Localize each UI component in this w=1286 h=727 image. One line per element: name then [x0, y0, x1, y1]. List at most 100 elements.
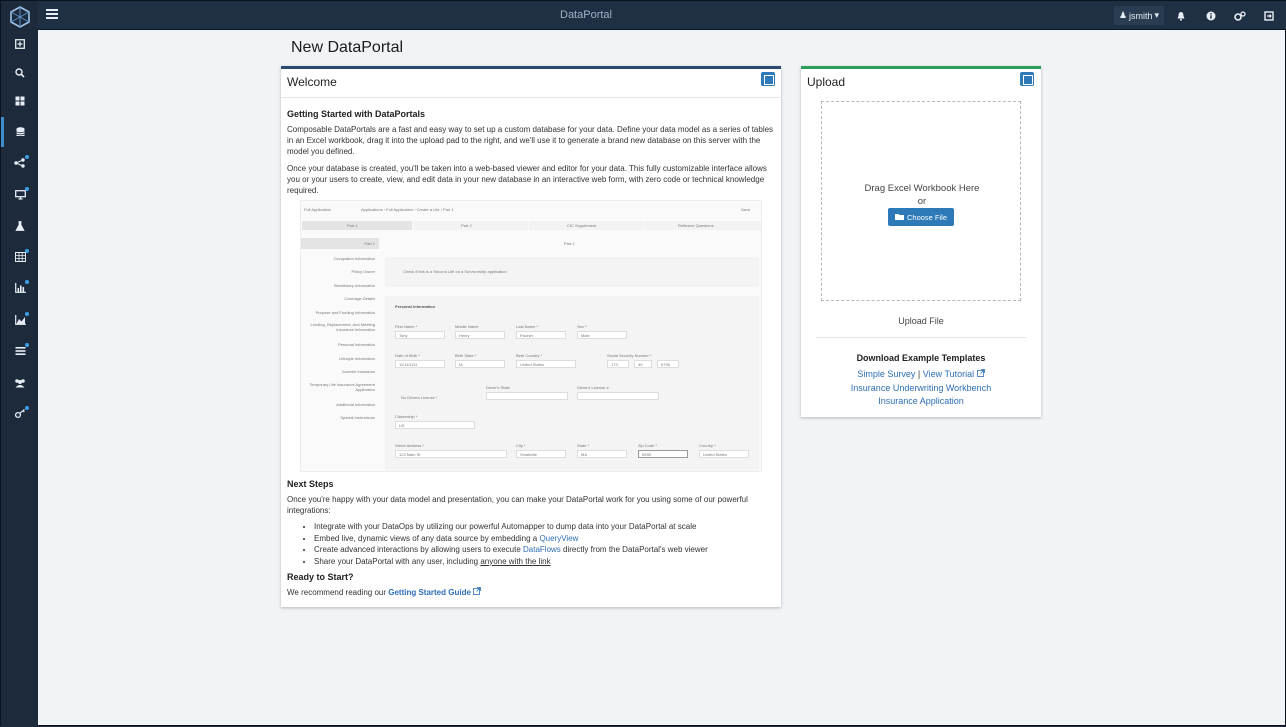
list-item-text: directly from the DataPortal's web viewe… [560, 545, 708, 554]
form-field: Smallville [516, 450, 566, 458]
list-item-text: Share your DataPortal with any user, inc… [314, 556, 481, 566]
choose-file-button[interactable]: Choose File [888, 208, 954, 226]
logout-icon[interactable] [1262, 9, 1276, 23]
top-bar: DataPortal ♟ jsmith ▾ [1, 1, 1286, 30]
form-tab: CIC Supplement [529, 221, 644, 230]
external-link-icon [976, 369, 985, 379]
form-tab-label: Part 2 [461, 223, 472, 228]
form-field-label: Social Security Number * [607, 353, 652, 358]
users-icon[interactable] [11, 374, 29, 392]
form-save-label: Save [741, 207, 751, 212]
form-section-title: Part 1 [564, 241, 575, 246]
form-field: MA [577, 450, 627, 458]
area-chart-icon[interactable] [11, 311, 29, 329]
form-field-label: Zip Code * [638, 443, 657, 448]
form-sidebar-item: Part 1 [301, 238, 379, 249]
search-icon[interactable] [11, 64, 29, 82]
form-breadcrumb-home: Full Application [304, 207, 331, 212]
form-second-life-row: Check if this is a Second Life on a Surv… [385, 257, 759, 287]
ready-prefix: We recommend reading our [287, 588, 389, 597]
form-field-value: 173 [611, 362, 618, 367]
database-icon[interactable] [1, 117, 29, 147]
username: jsmith [1129, 10, 1153, 21]
view-tutorial-link[interactable]: View Tutorial [923, 369, 974, 379]
queryview-link[interactable]: QueryView [539, 534, 578, 543]
form-field-value: Male [581, 333, 590, 338]
intro-paragraph-1: Composable DataPortals are a fast and ea… [287, 125, 774, 156]
list-item-text: Integrate with your DataOps by utilizing… [314, 522, 697, 531]
flask-icon[interactable] [11, 217, 29, 235]
form-field: Fischer [516, 331, 566, 339]
insurance-application-link[interactable]: Insurance Application [801, 396, 1041, 406]
drag-text-or: or [917, 196, 927, 207]
form-field-label: City * [516, 443, 526, 448]
form-tab-label: CIC Supplement [567, 223, 597, 228]
form-sidebar-item: Occupation Information [333, 256, 375, 261]
form-field: US [395, 421, 475, 429]
settings-icon[interactable] [1233, 9, 1247, 23]
folder-icon [894, 213, 904, 222]
next-steps-text: Once you're happy with your data model a… [287, 495, 748, 515]
dataflows-link[interactable]: DataFlows [523, 545, 561, 554]
getting-started-guide-link[interactable]: Getting Started Guide [388, 588, 471, 597]
upload-icon[interactable] [1020, 72, 1034, 86]
form-field-label: Street Address * [395, 443, 424, 448]
form-field: Tony [395, 331, 445, 339]
form-field-value: Henry [459, 333, 470, 338]
user-menu[interactable]: ♟ jsmith ▾ [1114, 6, 1164, 25]
page-title: New DataPortal [291, 39, 404, 56]
monitor-icon[interactable] [11, 186, 29, 204]
form-field: 5555 [638, 450, 688, 458]
form-field [486, 392, 568, 400]
form-field-label: Driver's State [486, 385, 510, 390]
form-tab: Reflexive Questions [645, 221, 761, 230]
list-item-text: Embed live, dynamic views of any data so… [314, 533, 540, 543]
form-tab: Part 1 [302, 221, 412, 230]
info-icon[interactable] [1204, 9, 1218, 23]
upload-panel: Upload Drag Excel Workbook Here or Choos… [801, 66, 1041, 417]
template-row-1: Simple Survey | View Tutorial [801, 369, 1041, 379]
templates-heading: Download Example Templates [856, 353, 986, 363]
upload-dropzone[interactable]: Drag Excel Workbook Here or Choose File [821, 101, 1021, 301]
form-tab-label: Reflexive Questions [678, 223, 714, 228]
form-field-label: Date of Birth * [395, 353, 420, 358]
list-icon[interactable] [11, 342, 29, 360]
form-field-label: Country * [699, 443, 716, 448]
form-field-value: United States [520, 362, 545, 367]
dashboard-icon[interactable] [11, 92, 29, 110]
form-field-value: MA [581, 452, 587, 457]
ready-text: We recommend reading our Getting Started… [287, 587, 777, 598]
external-link-icon [473, 587, 482, 597]
form-tab-label: Part 1 [347, 223, 358, 228]
key-search-icon[interactable] [11, 405, 29, 423]
share-link[interactable]: anyone with the link [480, 557, 550, 566]
bell-icon[interactable] [1174, 9, 1188, 23]
insurance-underwriting-link[interactable]: Insurance Underwriting Workbench [801, 383, 1041, 393]
form-field-label: Sex * [577, 324, 587, 329]
simple-survey-link[interactable]: Simple Survey [857, 369, 915, 379]
form-sidebar-item: Policy Owner [351, 269, 375, 274]
welcome-panel: Welcome Getting Started with DataPortals… [281, 66, 781, 607]
bar-chart-icon[interactable] [11, 279, 29, 297]
form-field-value: 6795 [661, 362, 670, 367]
form-field-value: US [399, 423, 405, 428]
form-sidebar-item: Lifestyle Information [339, 356, 375, 361]
form-field-label: Birth State * [455, 353, 477, 358]
caret-down-icon: ▾ [1154, 10, 1160, 20]
separator: | [917, 369, 921, 379]
table-icon[interactable] [11, 248, 29, 266]
form-field-value: 49 [638, 362, 643, 367]
form-field-label: Driver's License # [577, 385, 609, 390]
list-item-text: Create advanced interactions by allowing… [314, 545, 524, 554]
welcome-title: Welcome [287, 75, 337, 89]
logo-icon[interactable] [8, 5, 32, 29]
document-icon[interactable] [761, 72, 775, 86]
app-title: DataPortal [560, 9, 612, 21]
dataflow-icon[interactable] [11, 154, 29, 172]
form-sidebar-item: Personal Information [338, 342, 375, 347]
form-checkbox-label: Check if this is a Second Life on a Surv… [403, 269, 507, 274]
form-sidebar-item: Special Instructions [340, 415, 375, 420]
new-item-icon[interactable] [11, 35, 29, 53]
getting-started-heading: Getting Started with DataPortals [287, 109, 426, 119]
form-field [577, 392, 659, 400]
